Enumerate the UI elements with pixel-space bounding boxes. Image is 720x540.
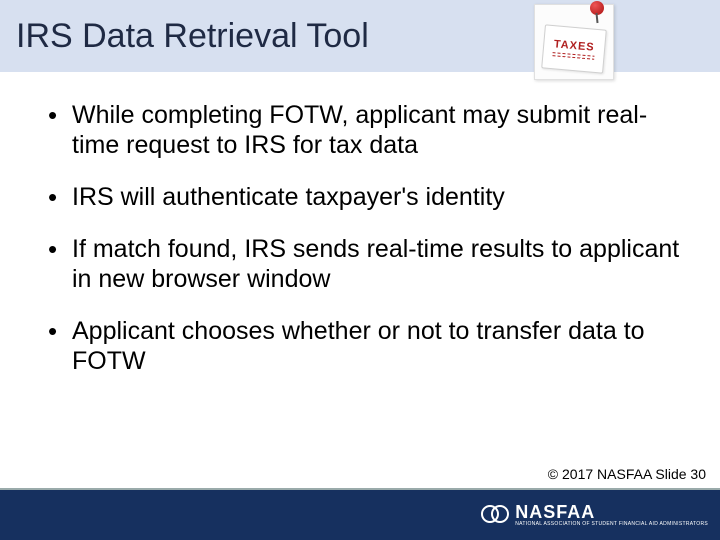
list-item: Applicant chooses whether or not to tran… <box>48 316 690 376</box>
slide-body: While completing FOTW, applicant may sub… <box>0 72 720 376</box>
taxes-graphic: TAXES <box>534 4 614 80</box>
footer-bar: NASFAA NATIONAL ASSOCIATION OF STUDENT F… <box>0 488 720 540</box>
bullet-list: While completing FOTW, applicant may sub… <box>48 100 690 376</box>
pushpin-icon <box>587 1 607 21</box>
slide-title: IRS Data Retrieval Tool <box>16 17 369 56</box>
logo-rings-icon <box>481 501 509 529</box>
taxes-card: TAXES <box>541 24 607 73</box>
taxes-label: TAXES <box>553 38 595 54</box>
copyright-text: © 2017 NASFAA Slide 30 <box>548 466 706 482</box>
title-band: IRS Data Retrieval Tool TAXES <box>0 0 720 72</box>
list-item: If match found, IRS sends real-time resu… <box>48 234 690 294</box>
logo-name: NASFAA <box>515 503 708 521</box>
list-item: While completing FOTW, applicant may sub… <box>48 100 690 160</box>
list-item: IRS will authenticate taxpayer's identit… <box>48 182 690 212</box>
nasfaa-logo: NASFAA NATIONAL ASSOCIATION OF STUDENT F… <box>481 501 708 529</box>
logo-subtitle: NATIONAL ASSOCIATION OF STUDENT FINANCIA… <box>515 522 708 527</box>
